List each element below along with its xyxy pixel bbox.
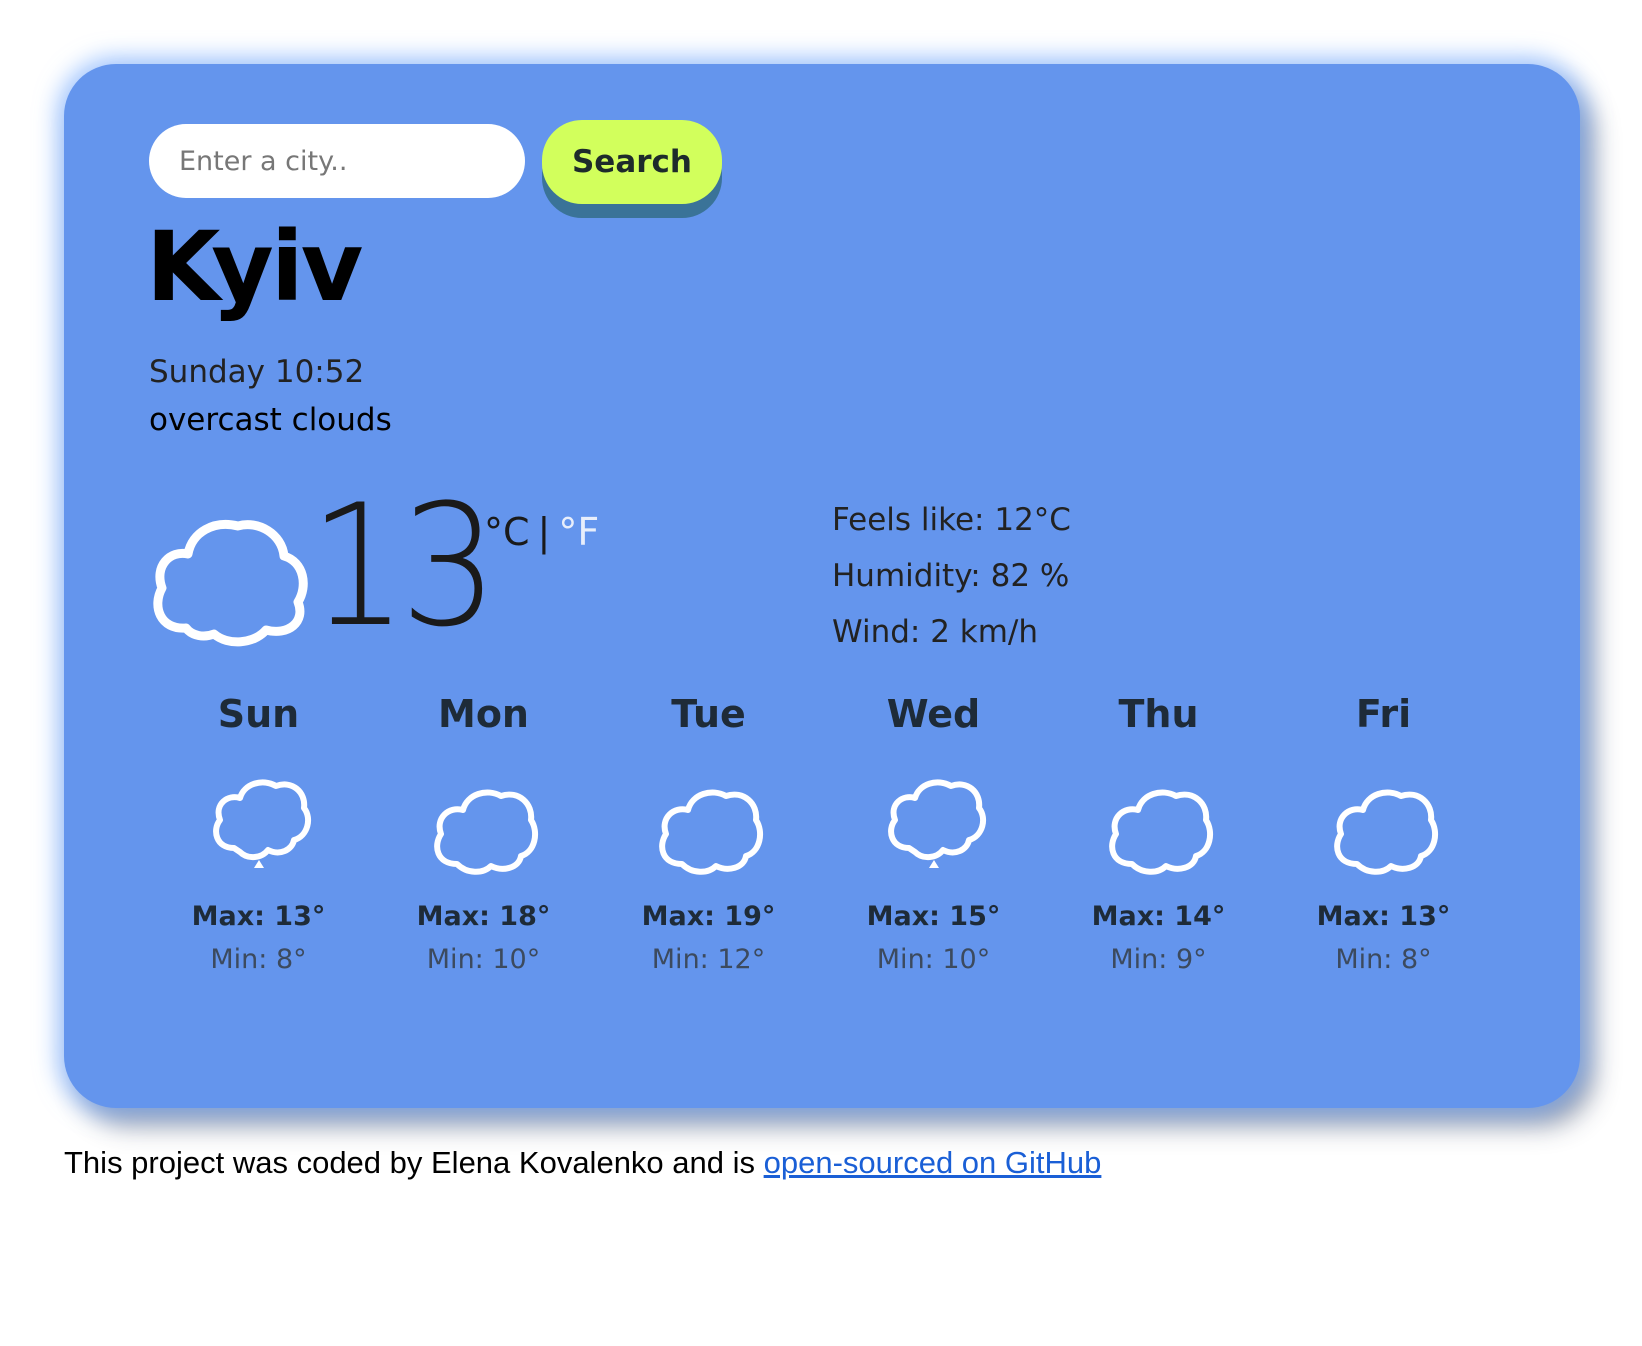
- forecast-min-temp: Min: 10°: [426, 944, 541, 975]
- forecast-day-name: Wed: [886, 692, 981, 736]
- cloud-icon: [433, 789, 538, 875]
- forecast-max-temp: Max: 13°: [1316, 901, 1451, 932]
- forecast-max-temp: Max: 15°: [866, 901, 1001, 932]
- current-datetime: Sunday 10:52: [149, 354, 365, 390]
- forecast-min-temp: Min: 8°: [210, 944, 307, 975]
- cloud-icon: [658, 789, 763, 875]
- forecast-max-temp: Max: 14°: [1091, 901, 1226, 932]
- forecast-min-temp: Min: 12°: [651, 944, 766, 975]
- celsius-link[interactable]: °C: [484, 510, 530, 554]
- unit-separator: |: [537, 510, 551, 554]
- forecast-day-name: Mon: [438, 692, 529, 736]
- feels-like: Feels like: 12°C: [832, 502, 1071, 538]
- weather-details: Feels like: 12°C Humidity: 82 % Wind: 2 …: [832, 492, 1071, 660]
- fahrenheit-link[interactable]: °F: [558, 510, 599, 554]
- cloud-rain-icon: [212, 779, 311, 868]
- city-search-input[interactable]: [149, 124, 525, 198]
- forecast-day: Wed Max: 15° Min: 10°: [821, 692, 1046, 975]
- forecast-max-temp: Max: 19°: [641, 901, 776, 932]
- github-link[interactable]: open-sourced on GitHub: [764, 1145, 1102, 1180]
- wind-speed: Wind: 2 km/h: [832, 614, 1039, 650]
- forecast-day: Sun Max: 13° Min: 8°: [146, 692, 371, 975]
- forecast-day-name: Sun: [217, 692, 300, 736]
- cloud-rain-icon: [887, 779, 986, 868]
- cloud-icon: [153, 520, 308, 647]
- unit-toggle: °C | °F: [484, 510, 599, 554]
- cloud-icon: [1108, 789, 1213, 875]
- forecast-day: Fri Max: 13° Min: 8°: [1271, 692, 1496, 975]
- weather-card: Search Kyiv Sunday 10:52 overcast clouds…: [64, 64, 1580, 1108]
- current-temperature: 13: [309, 468, 498, 664]
- forecast-max-temp: Max: 13°: [191, 901, 326, 932]
- forecast-max-temp: Max: 18°: [416, 901, 551, 932]
- weather-description: overcast clouds: [149, 402, 392, 438]
- city-name: Kyiv: [146, 211, 363, 323]
- forecast-day-name: Tue: [671, 692, 746, 736]
- footer: This project was coded by Elena Kovalenk…: [64, 1145, 1101, 1181]
- forecast-min-temp: Min: 9°: [1110, 944, 1207, 975]
- forecast-min-temp: Min: 10°: [876, 944, 991, 975]
- cloud-icon: [1333, 789, 1438, 875]
- forecast-day-name: Thu: [1118, 692, 1199, 736]
- forecast-min-temp: Min: 8°: [1335, 944, 1432, 975]
- forecast-day: Tue Max: 19° Min: 12°: [596, 692, 821, 975]
- footer-text: This project was coded by Elena Kovalenk…: [64, 1145, 764, 1180]
- forecast-day: Thu Max: 14° Min: 9°: [1046, 692, 1271, 975]
- search-button[interactable]: Search: [542, 120, 722, 204]
- forecast-day: Mon Max: 18° Min: 10°: [371, 692, 596, 975]
- forecast-day-name: Fri: [1355, 692, 1412, 736]
- humidity: Humidity: 82 %: [832, 558, 1070, 594]
- forecast: Sun Max: 13° Min: 8° Mon Max: 18° Min: 1…: [146, 692, 1496, 975]
- search-form: Search: [149, 120, 722, 204]
